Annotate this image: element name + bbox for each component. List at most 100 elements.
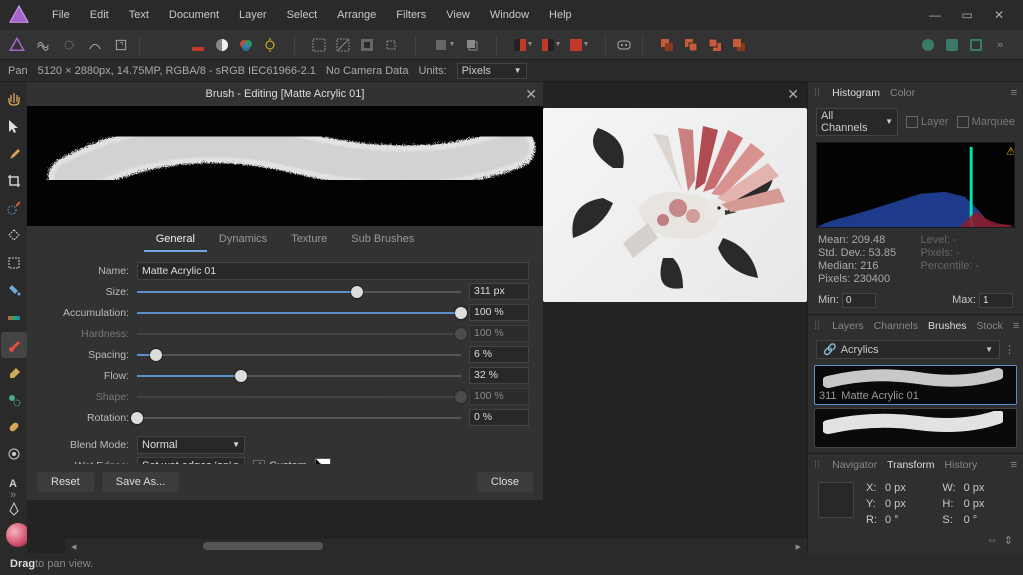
tab-transform[interactable]: Transform: [887, 459, 934, 471]
histogram-max-input[interactable]: [979, 293, 1013, 308]
flow-value[interactable]: 32 %: [469, 367, 529, 384]
arrange-forward-icon[interactable]: [704, 34, 726, 56]
brush-name-input[interactable]: [137, 262, 529, 280]
rotation-value[interactable]: 0 %: [469, 409, 529, 426]
transform-anchor[interactable]: [818, 482, 854, 518]
window-close-icon[interactable]: ✕: [983, 0, 1015, 30]
dialog-close-icon[interactable]: ✕: [525, 86, 537, 103]
autocolors-icon[interactable]: [235, 34, 257, 56]
window-minimize-icon[interactable]: —: [919, 0, 951, 30]
tab-color[interactable]: Color: [890, 87, 915, 99]
x-value[interactable]: 0 px: [885, 482, 934, 494]
accumulation-slider[interactable]: [137, 305, 461, 321]
autowb-icon[interactable]: [259, 34, 281, 56]
color-picker-tool-icon[interactable]: [1, 141, 27, 166]
brush-item[interactable]: [814, 408, 1017, 448]
tab-texture[interactable]: Texture: [279, 226, 339, 252]
horizontal-scrollbar[interactable]: ◂ ▸: [65, 539, 807, 553]
erase-tool-icon[interactable]: [1, 360, 27, 385]
menu-filters[interactable]: Filters: [386, 0, 436, 30]
blendmode-select[interactable]: Normal▼: [137, 436, 245, 454]
deselect-icon[interactable]: [332, 34, 354, 56]
histogram-channel-select[interactable]: All Channels▼: [816, 108, 898, 136]
scroll-thumb[interactable]: [203, 542, 323, 550]
app-icon[interactable]: [6, 34, 28, 56]
w-value[interactable]: 0 px: [964, 482, 1013, 494]
spacing-value[interactable]: 6 %: [469, 346, 529, 363]
marquee-tool-icon[interactable]: [1, 250, 27, 275]
healing-tool-icon[interactable]: [1, 414, 27, 439]
artwork-canvas[interactable]: [543, 108, 807, 302]
selection-brush-tool-icon[interactable]: [1, 195, 27, 220]
histogram-marquee-check[interactable]: Marquee: [957, 116, 1015, 128]
liquify-persona-icon[interactable]: [32, 34, 54, 56]
develop-persona-icon[interactable]: [58, 34, 80, 56]
wetedges-select[interactable]: Set wet edges 'on'▼: [137, 457, 245, 465]
panel-dock-icon[interactable]: ⁞⁞: [814, 459, 820, 471]
quicklook1-icon[interactable]: [917, 34, 939, 56]
menu-edit[interactable]: Edit: [80, 0, 119, 30]
paintbrush-tool-icon[interactable]: [1, 332, 27, 357]
quicklook3-icon[interactable]: [965, 34, 987, 56]
autolevels-icon[interactable]: [187, 34, 209, 56]
y-value[interactable]: 0 px: [885, 498, 934, 510]
tab-subbrushes[interactable]: Sub Brushes: [339, 226, 426, 252]
panel-menu-icon[interactable]: ≡: [1011, 459, 1017, 471]
tab-dynamics[interactable]: Dynamics: [207, 226, 279, 252]
tab-navigator[interactable]: Navigator: [832, 459, 877, 471]
export-persona-icon[interactable]: [110, 34, 132, 56]
close-button[interactable]: Close: [477, 472, 533, 492]
tab-history[interactable]: History: [945, 459, 978, 471]
panel-dock-icon[interactable]: ⁞⁞: [814, 87, 820, 99]
dodge-tool-icon[interactable]: [1, 442, 27, 467]
quicklook2-icon[interactable]: [941, 34, 963, 56]
more-tools-icon[interactable]: »: [10, 489, 16, 501]
swatch3-icon[interactable]: ▼: [566, 34, 592, 56]
tab-general[interactable]: General: [144, 226, 207, 252]
panel-dock-icon[interactable]: ⁞⁞: [814, 320, 820, 332]
arrange-backward-icon[interactable]: [680, 34, 702, 56]
tab-stock[interactable]: Stock: [977, 320, 1003, 332]
units-select[interactable]: Pixels▼: [457, 63, 527, 79]
scroll-left-icon[interactable]: ◂: [65, 540, 83, 553]
flood-select-tool-icon[interactable]: [1, 223, 27, 248]
menu-document[interactable]: Document: [159, 0, 229, 30]
menu-file[interactable]: File: [42, 0, 80, 30]
menu-view[interactable]: View: [436, 0, 480, 30]
toolbar-more-icon[interactable]: »: [989, 34, 1011, 56]
clone-tool-icon[interactable]: [1, 387, 27, 412]
h-value[interactable]: 0 px: [964, 498, 1013, 510]
align-h-icon[interactable]: ⇔: [987, 534, 998, 547]
flood-fill-tool-icon[interactable]: [1, 278, 27, 303]
menu-help[interactable]: Help: [539, 0, 582, 30]
menu-window[interactable]: Window: [480, 0, 539, 30]
reset-button[interactable]: Reset: [37, 472, 94, 492]
swatch2-icon[interactable]: ▼: [538, 34, 564, 56]
menu-layer[interactable]: Layer: [229, 0, 277, 30]
accumulation-value[interactable]: 100 %: [469, 304, 529, 321]
autocontrast-icon[interactable]: [211, 34, 233, 56]
select-all-icon[interactable]: [308, 34, 330, 56]
canvas-area[interactable]: [543, 82, 807, 553]
rotation-slider[interactable]: [137, 410, 461, 426]
swatch1-icon[interactable]: ▼: [510, 34, 536, 56]
align-v-icon[interactable]: ⇕: [1004, 534, 1013, 547]
histogram-min-input[interactable]: [842, 293, 876, 308]
s-value[interactable]: 0 °: [964, 514, 1013, 526]
tab-layers[interactable]: Layers: [832, 320, 864, 332]
tab-brushes[interactable]: Brushes: [928, 320, 967, 332]
grow-selection-icon[interactable]: [380, 34, 402, 56]
r-value[interactable]: 0 °: [885, 514, 934, 526]
assistant-icon[interactable]: [613, 34, 635, 56]
brush-category-select[interactable]: 🔗 Acrylics ▼: [816, 340, 1000, 359]
size-value[interactable]: 311 px: [469, 283, 529, 300]
panel-menu-icon[interactable]: ≡: [1013, 320, 1019, 332]
pan-tool-icon[interactable]: [1, 86, 27, 111]
gradient-tool-icon[interactable]: [1, 305, 27, 330]
arrange-front-icon[interactable]: [728, 34, 750, 56]
scroll-right-icon[interactable]: ▸: [789, 540, 807, 553]
menu-select[interactable]: Select: [277, 0, 328, 30]
arrange-back-icon[interactable]: [656, 34, 678, 56]
crop-icon[interactable]: ▼: [429, 34, 459, 56]
tonemap-persona-icon[interactable]: [84, 34, 106, 56]
